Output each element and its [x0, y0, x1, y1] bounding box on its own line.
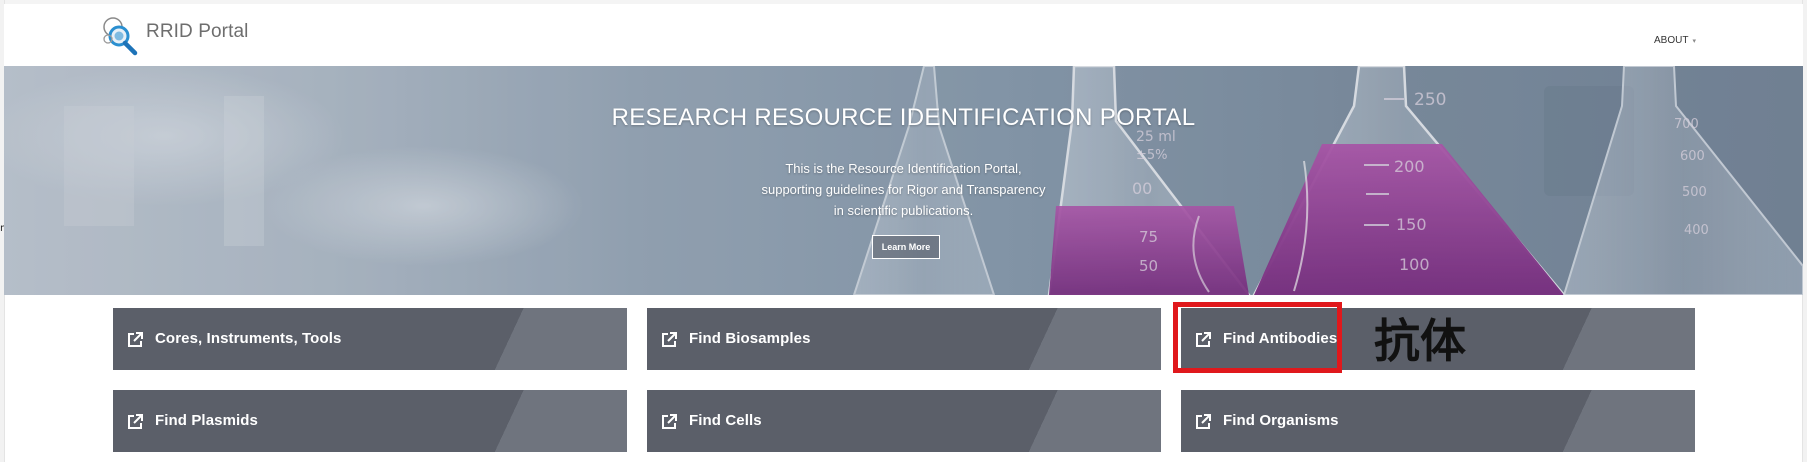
- tile-stripe: [1535, 390, 1695, 452]
- external-link-icon: [662, 414, 677, 429]
- learn-more-button[interactable]: Learn More: [872, 235, 940, 259]
- tile-find-organisms[interactable]: Find Organisms: [1181, 390, 1695, 452]
- tile-find-plasmids[interactable]: Find Plasmids: [113, 390, 627, 452]
- tile-stripe: [1001, 390, 1161, 452]
- tile-label: Cores, Instruments, Tools: [155, 330, 342, 347]
- hero-description-line: This is the Resource Identification Port…: [785, 161, 1022, 176]
- tile-stripe: [1001, 308, 1161, 370]
- external-link-icon: [662, 332, 677, 347]
- tile-find-biosamples[interactable]: Find Biosamples: [647, 308, 1161, 370]
- hero-description-line: supporting guidelines for Rigor and Tran…: [761, 182, 1046, 197]
- hero-description-line: in scientific publications.: [833, 203, 974, 218]
- hero-banner: 250 200 150 100 700 600 500 400 25 ml ±5…: [4, 66, 1803, 295]
- tile-stripe: [467, 390, 627, 452]
- site-header: RRID Portal ABOUT ▾: [4, 4, 1803, 66]
- hero-title: RESEARCH RESOURCE IDENTIFICATION PORTAL: [611, 104, 1196, 131]
- external-link-icon: [1196, 414, 1211, 429]
- highlight-box: [1173, 302, 1342, 373]
- brand-name[interactable]: RRID Portal: [146, 21, 248, 43]
- tile-stripe: [1535, 308, 1695, 370]
- chevron-down-icon: ▾: [1692, 37, 1696, 45]
- tile-find-cells[interactable]: Find Cells: [647, 390, 1161, 452]
- about-label: ABOUT: [1654, 35, 1689, 46]
- tile-label: Find Organisms: [1223, 412, 1339, 429]
- annotation-text: 抗体: [1374, 314, 1466, 368]
- tile-cores-instruments-tools[interactable]: Cores, Instruments, Tools: [113, 308, 627, 370]
- external-link-icon: [128, 332, 143, 347]
- tile-label: Find Biosamples: [689, 330, 811, 347]
- tile-stripe: [467, 308, 627, 370]
- hero-description: This is the Resource Identification Port…: [4, 158, 1803, 221]
- tile-label: Find Plasmids: [155, 412, 258, 429]
- magnifier-logo-icon[interactable]: [99, 14, 139, 56]
- about-menu[interactable]: ABOUT ▾: [1654, 35, 1696, 46]
- tile-label: Find Cells: [689, 412, 762, 429]
- external-link-icon: [128, 414, 143, 429]
